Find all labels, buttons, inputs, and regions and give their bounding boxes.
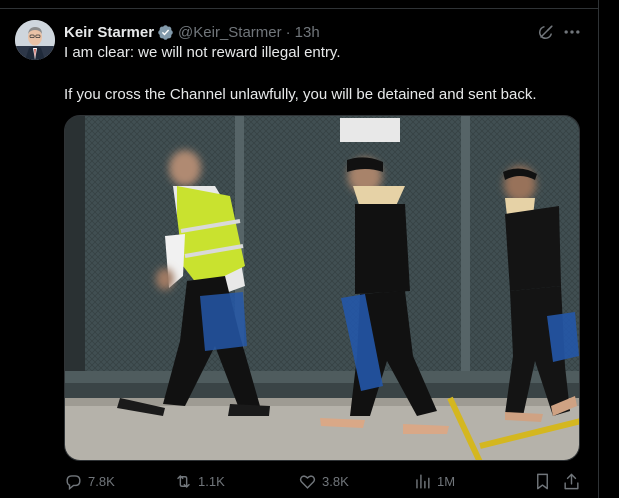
share-button[interactable] [562, 472, 586, 491]
action-bar: 7.8K 1.1K 3.8K 1M [64, 472, 580, 494]
tweet-text-line-1: I am clear: we will not reward illegal e… [64, 44, 341, 61]
more-icon[interactable] [562, 22, 582, 42]
bookmark-button[interactable] [533, 472, 557, 491]
right-divider [598, 0, 599, 498]
like-icon [299, 475, 316, 489]
bookmark-icon [537, 473, 548, 490]
top-divider [0, 8, 598, 9]
reply-icon [66, 475, 81, 491]
repost-icon [177, 475, 190, 488]
views-count: 1M [437, 474, 456, 489]
views-button[interactable]: 1M [413, 472, 455, 491]
author-name[interactable]: Keir Starmer [64, 24, 154, 41]
like-button[interactable]: 3.8K [298, 472, 349, 491]
verified-badge-icon [158, 24, 173, 40]
tweet-text-line-2: If you cross the Channel unlawfully, you… [64, 86, 537, 103]
author-handle[interactable]: @Keir_Starmer [178, 24, 282, 41]
tweet-photo[interactable] [64, 115, 580, 461]
avatar[interactable] [15, 20, 55, 60]
views-icon [416, 474, 430, 489]
timestamp[interactable]: 13h [295, 24, 320, 41]
repost-count: 1.1K [198, 474, 225, 489]
repost-button[interactable]: 1.1K [174, 472, 225, 491]
tweet-header: Keir Starmer @Keir_Starmer · 13h [64, 22, 320, 42]
grok-icon[interactable] [536, 22, 556, 42]
reply-count: 7.8K [88, 474, 115, 489]
share-icon [564, 473, 579, 490]
separator-dot: · [285, 23, 291, 41]
reply-button[interactable]: 7.8K [64, 472, 115, 491]
like-count: 3.8K [322, 474, 349, 489]
